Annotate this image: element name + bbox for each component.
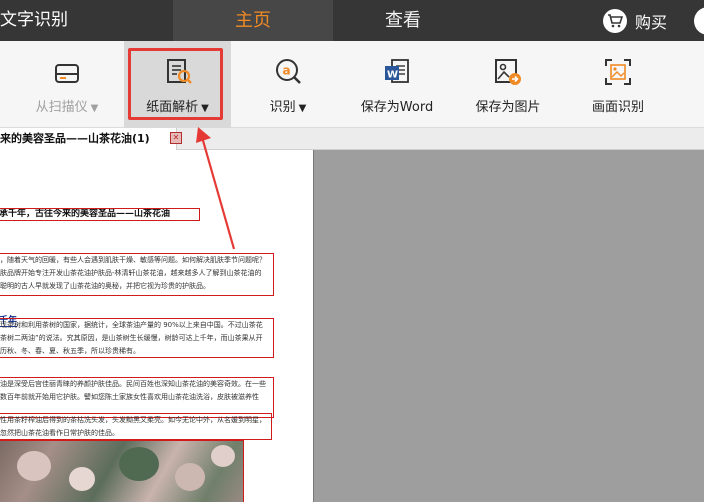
top-nav-bar: 文字识别 主页 查看 购买 bbox=[0, 0, 704, 41]
text-line: 肤品牌开始专注开发山茶花油护肤品-林清轩山茶花油，越来越多人了解到山茶花油的 bbox=[0, 269, 262, 277]
text-line: 忽然把山茶花油看作日常护肤的佳品。 bbox=[0, 429, 119, 437]
tab-view[interactable]: 查看 bbox=[333, 0, 473, 41]
flower-blob bbox=[17, 451, 51, 481]
document-tab[interactable]: 来的美容圣品——山茶花油(1) bbox=[0, 128, 177, 150]
text-line: 茶树二两油”的说法。究其原因，是山茶树生长缓慢，树龄可达上千年，而山茶果从开 bbox=[0, 334, 263, 342]
text-block-paragraph[interactable]: 性用茶籽榨油后得到的茶枯洗头发，头发黝黑又柔亮。如今无论中外，从名媛到明星， 忽… bbox=[0, 413, 272, 440]
recognize-label: 识别 bbox=[269, 100, 296, 115]
ribbon-toolbar: 从扫描仪 ▼ 纸面解析 ▼ a 识别 ▼ W 保存为Word 保存为图片 画面识… bbox=[0, 41, 704, 128]
image-block[interactable] bbox=[0, 440, 244, 502]
text-line: 聪明的古人早就发现了山茶花油的奥秘，并把它视为珍贵的护肤品。 bbox=[0, 282, 210, 290]
save-as-word-button[interactable]: W 保存为Word bbox=[347, 41, 447, 128]
cart-icon bbox=[603, 9, 627, 33]
text-block-paragraph[interactable]: 油是深受后宫佳丽青睐的养颜护肤佳品。民间百姓也深知山茶花油的美容奇效。在一些 数… bbox=[0, 377, 274, 418]
recognize-icon: a bbox=[272, 56, 304, 88]
user-avatar-icon[interactable] bbox=[694, 7, 704, 35]
result-preview-pane bbox=[314, 150, 704, 502]
screen-capture-icon bbox=[602, 56, 634, 88]
flower-blob bbox=[119, 447, 159, 481]
text-line: 现茶树和利用茶树的国家，据统计，全球茶油产量的 90%以上来自中国。不过山茶花 bbox=[0, 321, 263, 329]
text-line: 油是深受后宫佳丽青睐的养颜护肤佳品。民间百姓也深知山茶花油的美容奇效。在一些 bbox=[0, 380, 266, 388]
save-image-icon bbox=[492, 56, 524, 88]
recognize-button[interactable]: a 识别 ▼ bbox=[240, 41, 336, 128]
screen-recognition-label: 画面识别 bbox=[591, 100, 644, 115]
text-line: ，随着天气的回暖，有些人会遇到肌肤干燥、敏感等问题。如何解决肌肤季节问题呢？ bbox=[0, 256, 266, 264]
text-line: 历秋、冬、春、夏、秋五季，所以珍贵稀有。 bbox=[0, 347, 140, 355]
document-tab-strip: 来的美容圣品——山茶花油(1) ✕ bbox=[0, 128, 704, 150]
flower-blob bbox=[211, 445, 235, 467]
highlight-frame bbox=[128, 48, 223, 120]
document-page: 承千年，古往今来的美容圣品——山茶花油 ，随着天气的回暖，有些人会遇到肌肤干燥、… bbox=[0, 150, 314, 502]
svg-text:W: W bbox=[387, 70, 398, 81]
tab-home[interactable]: 主页 bbox=[173, 0, 333, 41]
annotation-arrow-icon bbox=[196, 127, 236, 250]
text-block-paragraph[interactable]: 现茶树和利用茶树的国家，据统计，全球茶油产量的 90%以上来自中国。不过山茶花 … bbox=[0, 318, 274, 358]
flower-blob bbox=[69, 467, 95, 491]
word-icon: W bbox=[381, 56, 413, 88]
dropdown-arrow-icon: ▼ bbox=[298, 103, 307, 114]
buy-label: 购买 bbox=[635, 13, 668, 32]
app-window: 文字识别 主页 查看 购买 从扫描仪 ▼ 纸面解析 ▼ a 识别 ▼ W 保存为… bbox=[0, 0, 704, 502]
from-scanner-button[interactable]: 从扫描仪 ▼ bbox=[18, 41, 116, 128]
dropdown-arrow-icon: ▼ bbox=[90, 103, 99, 114]
save-as-image-label: 保存为图片 bbox=[475, 100, 541, 115]
text-line: 性用茶籽榨油后得到的茶枯洗头发，头发黝黑又柔亮。如今无论中外，从名媛到明星， bbox=[0, 416, 266, 424]
scanner-icon bbox=[51, 56, 83, 88]
app-title: 文字识别 bbox=[0, 10, 68, 30]
save-as-image-button[interactable]: 保存为图片 bbox=[460, 41, 556, 128]
save-as-word-label: 保存为Word bbox=[360, 100, 434, 115]
text-block-heading[interactable]: 承千年，古往今来的美容圣品——山茶花油 bbox=[0, 208, 200, 221]
document-tab-title: 来的美容圣品——山茶花油(1) bbox=[0, 132, 150, 145]
buy-button[interactable]: 购买 bbox=[603, 7, 667, 35]
from-scanner-label: 从扫描仪 bbox=[35, 100, 88, 115]
screen-recognition-button[interactable]: 画面识别 bbox=[570, 41, 666, 128]
text-block-paragraph[interactable]: ，随着天气的回暖，有些人会遇到肌肤干燥、敏感等问题。如何解决肌肤季节问题呢？ 肤… bbox=[0, 253, 274, 296]
svg-text:a: a bbox=[283, 64, 291, 78]
flower-blob bbox=[175, 463, 205, 491]
text-line: 数百年前就开始用它护肤。譬如您陈土家族女性喜欢用山茶花油洗浴，皮肤被滋养性 bbox=[0, 393, 259, 401]
